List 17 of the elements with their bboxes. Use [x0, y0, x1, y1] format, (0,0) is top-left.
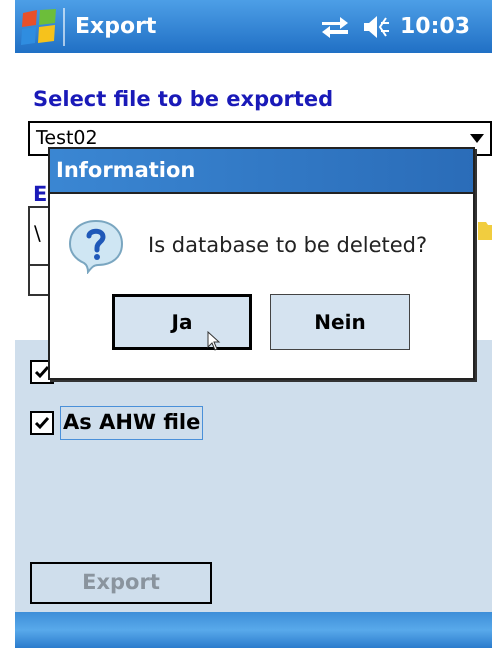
dialog-button[interactable]: Ja [112, 294, 252, 350]
checkbox-label[interactable]: As AHW file [60, 406, 204, 440]
dialog-message: Is database to be deleted? [148, 232, 428, 260]
window-title: Export [75, 13, 156, 41]
mouse-cursor-icon [207, 331, 221, 351]
checkmark-icon [34, 365, 50, 379]
section-heading: E [33, 181, 48, 208]
section-heading: Select file to be exported [33, 86, 334, 113]
clock[interactable]: 10:03 [400, 10, 470, 43]
start-flag-icon[interactable] [19, 6, 59, 46]
checkmark-icon [34, 416, 50, 430]
connectivity-icon[interactable] [320, 14, 350, 38]
checkbox[interactable] [30, 410, 54, 435]
dialog-button[interactable]: Nein [270, 294, 410, 350]
speaker-icon[interactable] [362, 14, 392, 40]
question-bubble-icon [68, 218, 124, 274]
dialog-title: Information [56, 156, 196, 184]
